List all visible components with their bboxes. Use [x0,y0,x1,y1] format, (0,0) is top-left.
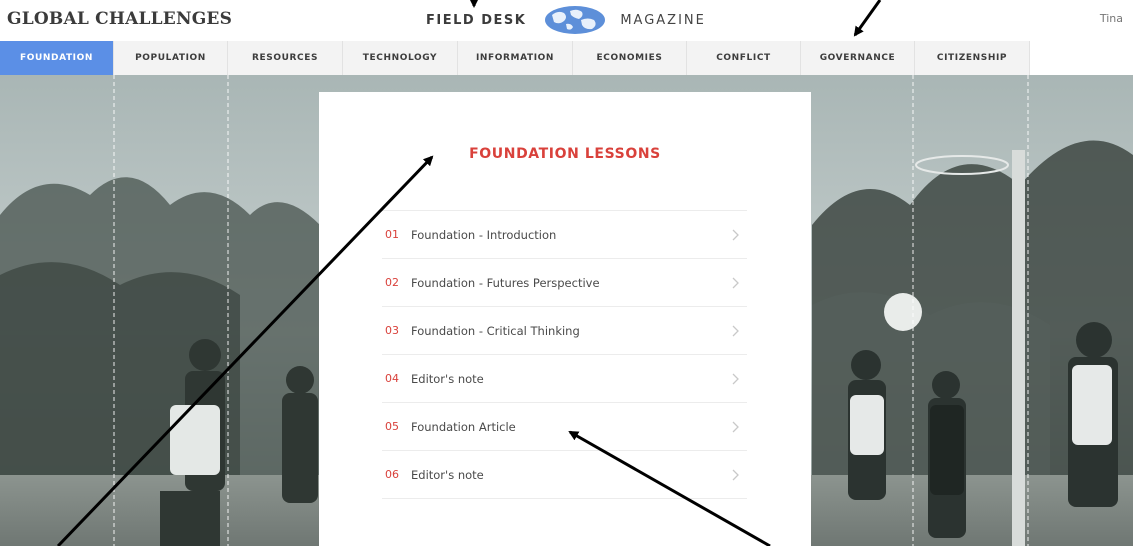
lesson-number: 04 [385,372,399,385]
chevron-right-icon [732,325,739,336]
tab-resources[interactable]: RESOURCES [228,41,343,75]
lesson-item-05[interactable]: 05 Foundation Article [382,403,747,451]
globe-icon [545,6,606,34]
chevron-right-icon [732,277,739,288]
lesson-number: 05 [385,420,399,433]
lessons-card: FOUNDATION LESSONS 01 Foundation - Intro… [319,92,811,546]
lesson-number: 06 [385,468,399,481]
tab-economies[interactable]: ECONOMIES [573,41,687,75]
tab-conflict[interactable]: CONFLICT [687,41,801,75]
lesson-label: Editor's note [411,467,484,482]
lesson-item-06[interactable]: 06 Editor's note [382,451,747,499]
nav-spacer [1030,41,1133,75]
tab-citizenship[interactable]: CITIZENSHIP [915,41,1030,75]
user-name-link[interactable]: Tina [1100,12,1123,25]
brand-logo[interactable]: FIELD DESK MAGAZINE [426,3,706,37]
lesson-item-01[interactable]: 01 Foundation - Introduction [382,211,747,259]
lesson-item-03[interactable]: 03 Foundation - Critical Thinking [382,307,747,355]
lesson-list: 01 Foundation - Introduction 02 Foundati… [382,210,747,499]
lessons-card-title: FOUNDATION LESSONS [469,146,661,162]
lesson-label: Foundation - Critical Thinking [411,323,580,338]
tab-governance[interactable]: GOVERNANCE [801,41,915,75]
tab-foundation[interactable]: FOUNDATION [0,41,114,75]
lesson-label: Foundation - Introduction [411,227,557,242]
lesson-label: Foundation Article [411,419,516,434]
tab-information[interactable]: INFORMATION [458,41,573,75]
brand-left-text: FIELD DESK [426,12,527,28]
main-nav: FOUNDATION POPULATION RESOURCES TECHNOLO… [0,41,1030,75]
chevron-right-icon [732,373,739,384]
tab-population[interactable]: POPULATION [114,41,228,75]
brand-right-text: MAGAZINE [620,12,706,28]
lesson-number: 02 [385,276,399,289]
chevron-right-icon [732,421,739,432]
lesson-number: 01 [385,228,399,241]
lesson-item-02[interactable]: 02 Foundation - Futures Perspective [382,259,747,307]
lesson-label: Editor's note [411,371,484,386]
lesson-label: Foundation - Futures Perspective [411,275,600,290]
tab-technology[interactable]: TECHNOLOGY [343,41,458,75]
site-title[interactable]: GLOBAL CHALLENGES [7,9,232,29]
lesson-number: 03 [385,324,399,337]
site-header: GLOBAL CHALLENGES FIELD DESK MAGAZINE Ti… [0,0,1133,40]
lesson-item-04[interactable]: 04 Editor's note [382,355,747,403]
chevron-right-icon [732,229,739,240]
chevron-right-icon [732,469,739,480]
